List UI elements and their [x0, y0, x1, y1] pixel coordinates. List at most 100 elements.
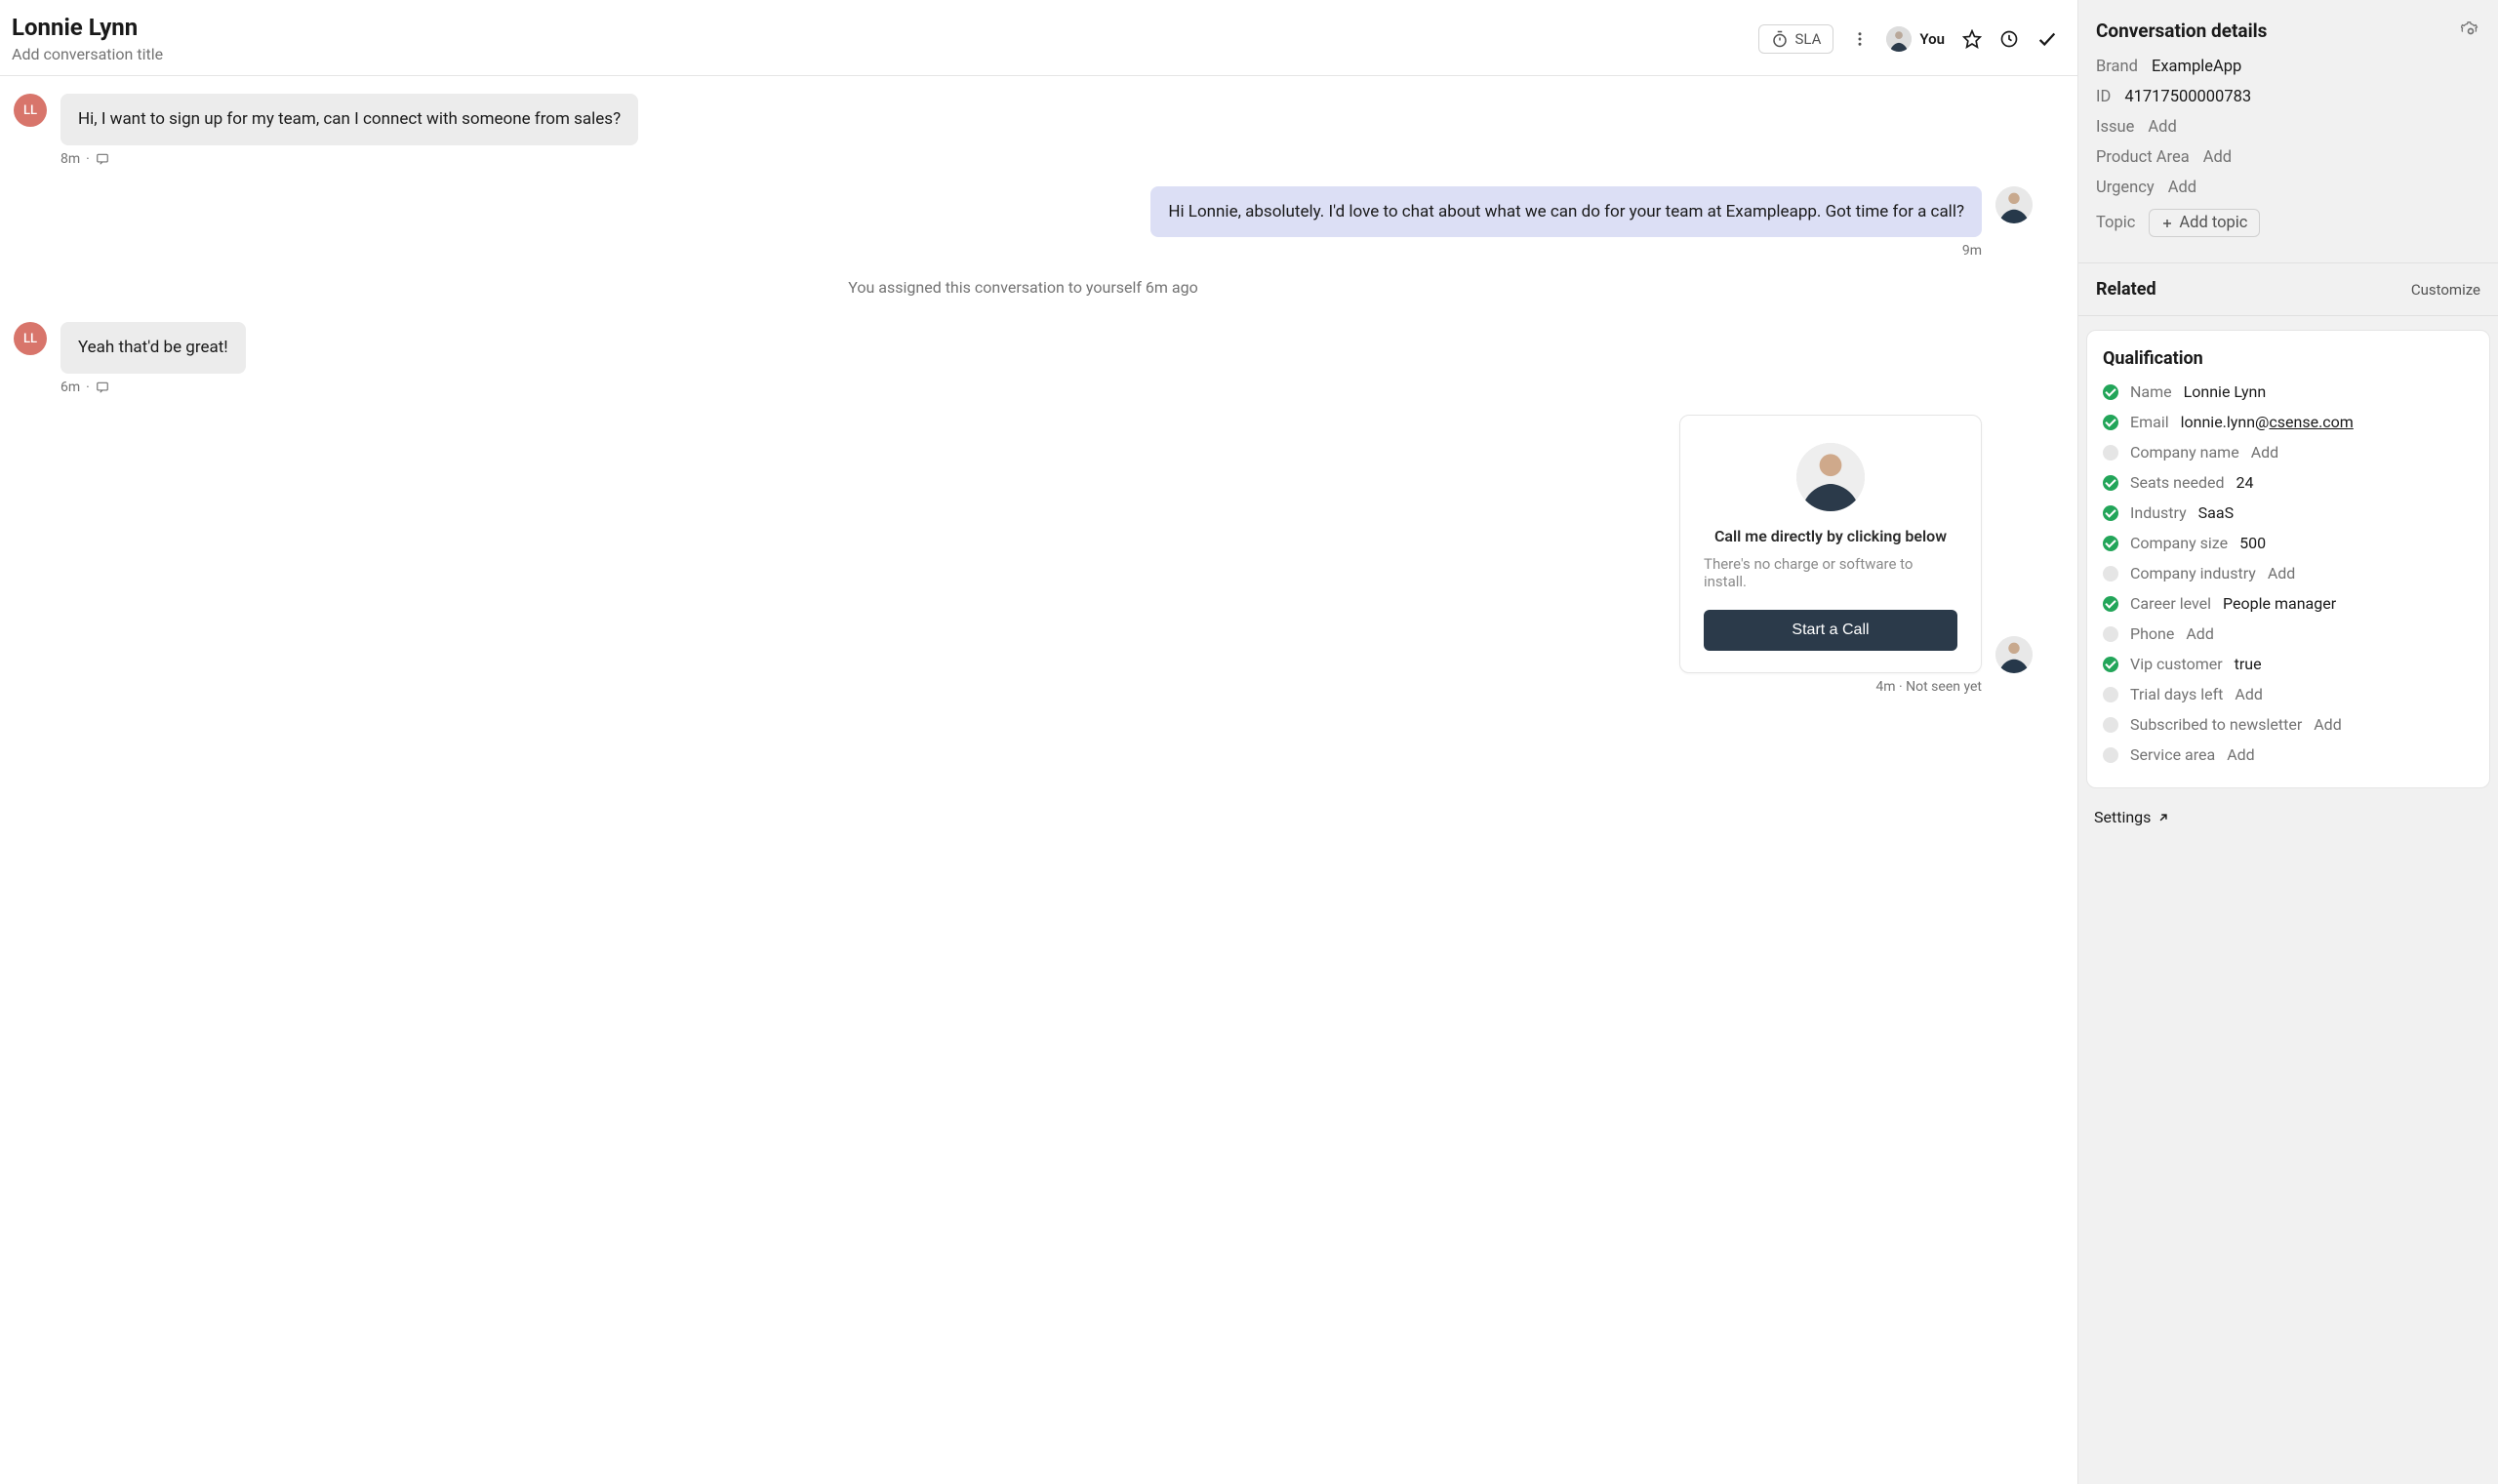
- add-issue-link[interactable]: Add: [2148, 118, 2176, 137]
- check-icon: [2036, 28, 2058, 50]
- status-empty-icon: [2103, 566, 2118, 582]
- message-bubble[interactable]: Hi Lonnie, absolutely. I'd love to chat …: [1150, 186, 1982, 238]
- contact-name[interactable]: Lonnie Lynn: [12, 14, 163, 41]
- qualification-row[interactable]: Career levelPeople manager: [2103, 594, 2474, 613]
- qualification-label: Subscribed to newsletter: [2130, 715, 2302, 734]
- qualification-add-link[interactable]: Add: [2186, 624, 2213, 643]
- message-inbound: LL Yeah that'd be great!: [14, 322, 2033, 374]
- status-empty-icon: [2103, 747, 2118, 763]
- qualification-add-link[interactable]: Add: [2251, 443, 2278, 461]
- qualification-label: Career level: [2130, 594, 2211, 613]
- qualification-value: true: [2235, 655, 2262, 673]
- qualification-settings-link[interactable]: Settings: [2078, 802, 2498, 844]
- qualification-value: Lonnie Lynn: [2184, 382, 2267, 401]
- status-done-icon: [2103, 384, 2118, 400]
- qualification-row[interactable]: Company nameAdd: [2103, 443, 2474, 461]
- customize-link[interactable]: Customize: [2411, 281, 2480, 299]
- message-meta: 8m ·: [60, 151, 2033, 167]
- qualification-row[interactable]: IndustrySaaS: [2103, 503, 2474, 522]
- related-title: Related: [2096, 279, 2156, 300]
- status-done-icon: [2103, 475, 2118, 491]
- person-icon: [1995, 186, 2033, 223]
- message-outbound: Hi Lonnie, absolutely. I'd love to chat …: [14, 186, 2033, 238]
- related-header: Related Customize: [2078, 262, 2498, 316]
- message-meta: 6m ·: [60, 380, 2033, 395]
- message-thread[interactable]: LL Hi, I want to sign up for my team, ca…: [0, 76, 2077, 1484]
- snooze-button[interactable]: [1999, 29, 2019, 49]
- add-product-area-link[interactable]: Add: [2203, 148, 2232, 167]
- status-empty-icon: [2103, 717, 2118, 733]
- qualification-row[interactable]: Name Lonnie Lynn: [2103, 382, 2474, 401]
- conversation-pane: Lonnie Lynn Add conversation title SLA Y…: [0, 0, 2078, 1484]
- detail-product-area[interactable]: Product Area Add: [2096, 148, 2480, 167]
- details-sidebar: Conversation details Brand ExampleApp ID…: [2078, 0, 2498, 1484]
- qualification-row[interactable]: Subscribed to newsletter Add: [2103, 715, 2474, 734]
- person-icon: [1796, 443, 1865, 511]
- agent-avatar: [1995, 186, 2033, 223]
- conversation-header: Lonnie Lynn Add conversation title SLA Y…: [0, 0, 2077, 76]
- qualification-card: Qualification Name Lonnie Lynn Emaillonnie…: [2086, 330, 2490, 788]
- add-topic-button[interactable]: Add topic: [2149, 209, 2260, 237]
- details-settings-button[interactable]: [2461, 21, 2480, 41]
- add-urgency-link[interactable]: Add: [2168, 179, 2196, 197]
- plus-icon: [2161, 218, 2173, 229]
- call-card-avatar: [1796, 443, 1865, 511]
- qualification-row[interactable]: Service area Add: [2103, 745, 2474, 764]
- details-title: Conversation details: [2096, 20, 2267, 42]
- qualification-label: Company industry: [2130, 564, 2256, 582]
- status-done-icon: [2103, 415, 2118, 430]
- status-done-icon: [2103, 505, 2118, 521]
- qualification-label: Industry: [2130, 503, 2187, 522]
- qualification-label: Trial days left: [2130, 685, 2223, 703]
- detail-topic[interactable]: Topic Add topic: [2096, 209, 2480, 237]
- agent-avatar: [1995, 636, 2033, 673]
- qualification-title: Qualification: [2103, 348, 2474, 369]
- message-bubble[interactable]: Yeah that'd be great!: [60, 322, 246, 374]
- qualification-label: Service area: [2130, 745, 2215, 764]
- qualification-label: Name: [2130, 382, 2172, 401]
- person-icon: [1995, 636, 2033, 673]
- person-icon: [1886, 26, 1912, 52]
- close-conversation-button[interactable]: [2036, 28, 2058, 50]
- message-bubble[interactable]: Hi, I want to sign up for my team, can I…: [60, 94, 638, 145]
- qualification-label: Vip customer: [2130, 655, 2223, 673]
- sla-button[interactable]: SLA: [1758, 24, 1833, 54]
- start-call-button[interactable]: Start a Call: [1704, 610, 1957, 651]
- detail-urgency[interactable]: Urgency Add: [2096, 179, 2480, 197]
- qualification-add-link[interactable]: Add: [2314, 715, 2341, 734]
- detail-id[interactable]: ID 41717500000783: [2096, 88, 2480, 106]
- status-done-icon: [2103, 536, 2118, 551]
- qualification-row[interactable]: Company industry Add: [2103, 564, 2474, 582]
- qualification-add-link[interactable]: Add: [2227, 745, 2254, 764]
- star-button[interactable]: [1962, 29, 1982, 49]
- qualification-add-link[interactable]: Add: [2235, 685, 2262, 703]
- qualification-row[interactable]: Trial days left Add: [2103, 685, 2474, 703]
- qualification-label: Seats needed: [2130, 473, 2224, 492]
- call-card-subtitle: There's no charge or software to install…: [1704, 555, 1957, 590]
- assignee-avatar: [1886, 26, 1912, 52]
- star-icon: [1962, 29, 1982, 49]
- qualification-row[interactable]: Vip customer true: [2103, 655, 2474, 673]
- chat-icon: [96, 152, 109, 166]
- detail-issue[interactable]: Issue Add: [2096, 118, 2480, 137]
- qualification-label: Company size: [2130, 534, 2228, 552]
- more-menu-button[interactable]: [1851, 30, 1869, 48]
- detail-brand[interactable]: Brand ExampleApp: [2096, 58, 2480, 76]
- status-empty-icon: [2103, 445, 2118, 461]
- conversation-title-input[interactable]: Add conversation title: [12, 45, 163, 63]
- call-card-title: Call me directly by clicking below: [1714, 527, 1947, 545]
- status-empty-icon: [2103, 626, 2118, 642]
- qualification-row[interactable]: Emaillonnie.lynn@csense.com: [2103, 413, 2474, 431]
- system-event: You assigned this conversation to yourse…: [14, 278, 2033, 297]
- qualification-add-link[interactable]: Add: [2268, 564, 2295, 582]
- qualification-row[interactable]: PhoneAdd: [2103, 624, 2474, 643]
- assignee-picker[interactable]: You: [1886, 26, 1945, 52]
- qualification-row[interactable]: Company size500: [2103, 534, 2474, 552]
- gear-icon: [2461, 21, 2480, 41]
- qualification-row[interactable]: Seats needed24: [2103, 473, 2474, 492]
- clock-icon: [1999, 29, 2019, 49]
- message-inbound: LL Hi, I want to sign up for my team, ca…: [14, 94, 2033, 145]
- contact-avatar: LL: [14, 94, 47, 127]
- message-meta: 4m · Not seen yet: [14, 679, 1982, 695]
- message-outbound: Call me directly by clicking below There…: [14, 415, 2033, 673]
